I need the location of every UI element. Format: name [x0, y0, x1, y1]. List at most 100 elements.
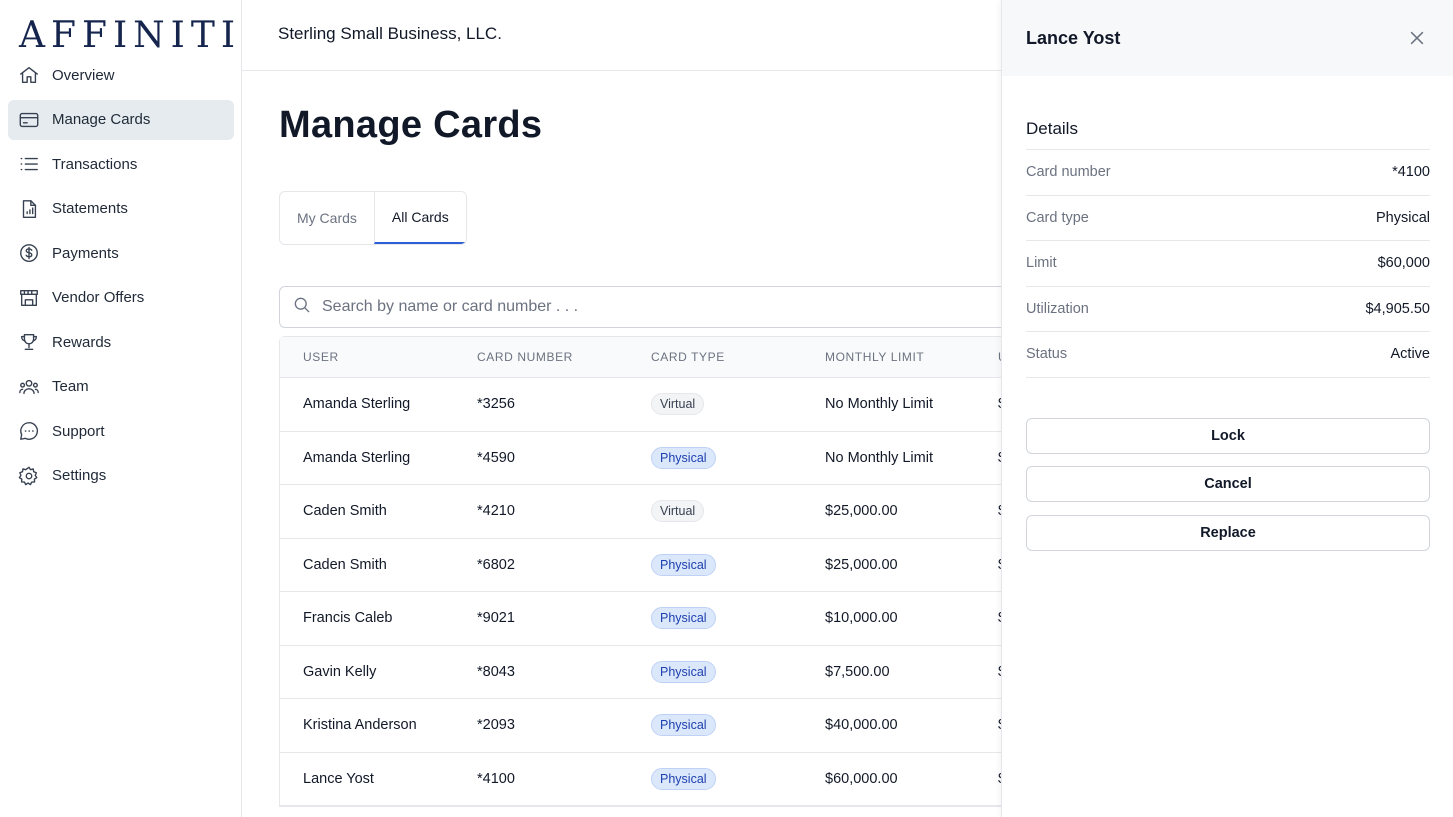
column-header-user[interactable]: USER — [303, 350, 339, 364]
cards-table: USER CARD NUMBER CARD TYPE MONTHLY LIMIT… — [279, 336, 1039, 807]
tab-my-cards[interactable]: My Cards — [280, 192, 374, 244]
cell-card-type: Physical — [651, 714, 716, 737]
sidebar-item-rewards[interactable]: Rewards — [8, 322, 234, 362]
replace-button[interactable]: Replace — [1026, 515, 1430, 551]
document-chart-icon — [18, 198, 40, 220]
table-row[interactable]: Amanda Sterling *3256 Virtual No Monthly Li… — [280, 378, 1038, 432]
sidebar-item-label: Settings — [52, 467, 107, 484]
trophy-icon — [18, 331, 40, 353]
table-row[interactable]: Caden Smith*4210Virtual$25,000.00$ — [280, 485, 1038, 539]
sidebar-item-team[interactable]: Team — [8, 367, 234, 407]
table-row[interactable]: Kristina Anderson *2093 Physical $40,000.00… — [280, 699, 1038, 753]
sidebar-item-manage-cards[interactable]: Manage Cards — [8, 99, 234, 140]
dollar-circle-icon — [18, 242, 40, 264]
card-type-badge: Physical — [651, 714, 716, 737]
cell-card-type: Physical — [651, 767, 716, 790]
sidebar-item-label: Manage Cards — [52, 111, 151, 128]
cell-user: Amanda Sterling — [303, 449, 411, 466]
cell-monthly-limit: $40,000.00 — [825, 717, 898, 734]
table-body: Amanda Sterling *3256 Virtual No Monthly Li… — [280, 378, 1038, 806]
table-row[interactable]: Lance Yost*4100Physical$60,000.00$ — [280, 752, 1038, 806]
sidebar-item-vendor-offers[interactable]: Vendor Offers — [8, 278, 234, 318]
column-header-monthly-limit[interactable]: MONTHLY LIMIT — [825, 350, 924, 364]
detail-label: Utilization — [1026, 300, 1089, 317]
sidebar-item-label: Transactions — [52, 155, 138, 173]
home-icon — [18, 64, 40, 86]
table-row[interactable]: Francis Caleb*9021Physical$10,000.00$ — [280, 592, 1038, 646]
cell-monthly-limit: $10,000.00 — [825, 610, 898, 627]
table-row[interactable]: Caden Smith*6802Physical$25,000.00$ — [280, 538, 1038, 592]
table-row[interactable]: Amanda Sterling *4590 Physical No Monthly L… — [280, 431, 1038, 485]
sidebar-item-label: Support — [52, 422, 105, 440]
cell-user: Lance Yost — [303, 770, 374, 787]
lock-button[interactable]: Lock — [1026, 418, 1430, 454]
detail-row-card-number: Card number *4100 — [1026, 150, 1430, 196]
sidebar-item-payments[interactable]: Payments — [8, 233, 234, 273]
sidebar-item-label: Vendor Offers — [52, 289, 145, 306]
cancel-button[interactable]: Cancel — [1026, 466, 1430, 502]
cell-monthly-limit: $60,000.00 — [825, 770, 898, 787]
detail-row-utilization: Utilization $4,905.50 — [1026, 287, 1430, 332]
close-button[interactable] — [1407, 28, 1427, 48]
detail-value: Active — [1390, 346, 1431, 363]
sidebar-item-settings[interactable]: Settings — [8, 456, 234, 496]
cell-card-type: Physical — [651, 660, 716, 683]
detail-label: Card number — [1026, 164, 1111, 181]
cell-card-number: *8043 — [477, 663, 515, 680]
search-input[interactable] — [322, 298, 922, 316]
cell-monthly-limit: $25,000.00 — [825, 503, 898, 520]
sidebar-item-support[interactable]: Support — [8, 411, 234, 451]
cell-monthly-limit: No Monthly Limit — [825, 449, 933, 466]
detail-row-limit: Limit $60,000 — [1026, 241, 1430, 287]
close-icon — [1410, 31, 1424, 45]
cell-user: Kristina Anderson — [303, 717, 417, 734]
cell-card-type: Physical — [651, 553, 716, 576]
cell-monthly-limit: $7,500.00 — [825, 663, 890, 680]
cell-user: Caden Smith — [303, 556, 387, 573]
table-row[interactable]: Gavin Kelly*8043Physical$7,500.00$ — [280, 645, 1038, 699]
sidebar-item-label: Rewards — [52, 333, 112, 351]
cell-card-number: *3256 — [477, 396, 515, 413]
detail-label: Card type — [1026, 209, 1089, 226]
cell-card-type: Virtual — [651, 500, 705, 523]
card-type-badge: Physical — [651, 553, 716, 576]
cell-card-number: *4210 — [477, 503, 515, 520]
search-box — [279, 286, 1039, 328]
card-type-badge: Virtual — [651, 393, 705, 416]
cell-user: Caden Smith — [303, 503, 387, 520]
column-header-card-number[interactable]: CARD NUMBER — [477, 350, 573, 364]
detail-value: Physical — [1376, 209, 1430, 226]
card-tabs: My Cards All Cards — [279, 191, 467, 245]
detail-label: Limit — [1026, 255, 1057, 272]
cell-monthly-limit: No Monthly Limit — [825, 396, 933, 413]
brand-logo[interactable]: AFFINITI — [19, 16, 241, 56]
chat-bubble-icon — [18, 420, 40, 442]
details-heading: Details — [1026, 119, 1078, 138]
cell-card-type: Virtual — [651, 393, 705, 416]
details-list: Card number *4100 Card type Physical Lim… — [1026, 149, 1430, 378]
gear-icon — [18, 465, 40, 487]
cell-user: Francis Caleb — [303, 610, 393, 627]
users-icon — [18, 376, 40, 398]
storefront-icon — [18, 287, 40, 309]
panel-header: Lance Yost — [1002, 0, 1453, 76]
tab-all-cards[interactable]: All Cards — [373, 192, 466, 244]
detail-value: $4,905.50 — [1365, 300, 1430, 317]
list-icon — [18, 153, 40, 175]
sidebar-item-statements[interactable]: Statements — [8, 189, 234, 229]
cell-card-number: *4100 — [477, 770, 515, 787]
sidebar-item-label: Statements — [52, 200, 128, 217]
column-header-card-type[interactable]: CARD TYPE — [651, 350, 725, 364]
sidebar-item-overview[interactable]: Overview — [8, 55, 234, 95]
panel-title: Lance Yost — [1026, 28, 1121, 48]
search-icon — [292, 295, 312, 320]
sidebar-item-transactions[interactable]: Transactions — [8, 144, 234, 184]
cell-card-number: *2093 — [477, 717, 515, 734]
detail-value: $60,000 — [1377, 255, 1430, 272]
cell-card-number: *4590 — [477, 449, 515, 466]
detail-value: *4100 — [1392, 164, 1430, 181]
card-type-badge: Physical — [651, 446, 716, 469]
cell-card-type: Physical — [651, 607, 716, 630]
card-type-badge: Physical — [651, 660, 716, 683]
cell-user: Gavin Kelly — [303, 663, 377, 680]
